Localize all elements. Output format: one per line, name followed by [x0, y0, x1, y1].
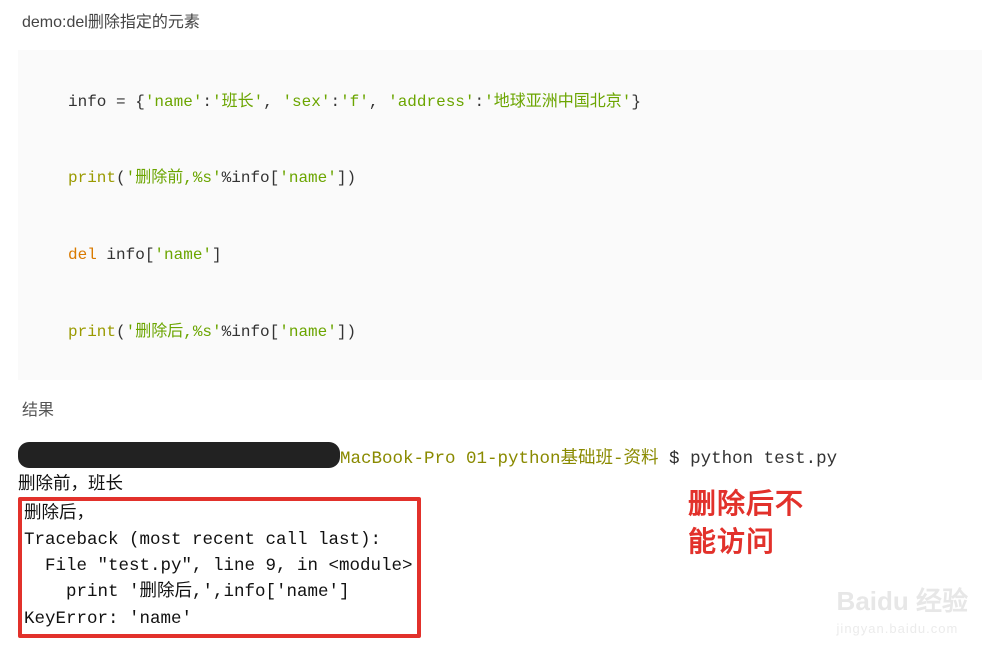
- traceback-line: File "test.py", line 9, in <module>: [24, 553, 413, 579]
- terminal-output: MacBook-Pro 01-python基础班-资料 $ python tes…: [18, 441, 982, 646]
- code-line: del info['name']: [68, 246, 222, 264]
- traceback-line: Traceback (most recent call last):: [24, 527, 413, 553]
- prompt-dollar: $: [659, 449, 691, 469]
- code-line: print('删除后,%s'%info['name']): [68, 323, 356, 341]
- redacted-bar: [18, 446, 340, 468]
- command-text: python test.py: [690, 449, 837, 469]
- prompt-host: MacBook-Pro 01-python基础班-资料: [340, 449, 659, 469]
- section-title: demo:del删除指定的元素: [22, 10, 982, 36]
- error-highlight-box: 删除后，Traceback (most recent call last): F…: [18, 497, 421, 638]
- stdout-line: 删除后，: [24, 501, 413, 527]
- result-label: 结果: [22, 398, 982, 424]
- code-line: info = {'name':'班长', 'sex':'f', 'address…: [68, 93, 641, 111]
- traceback-line: KeyError: 'name': [24, 606, 413, 632]
- code-block: info = {'name':'班长', 'sex':'f', 'address…: [18, 50, 982, 380]
- annotation-label: 删除后不 能访问: [688, 485, 804, 561]
- traceback-line: print '删除后,',info['name']: [24, 579, 413, 605]
- code-line: print('删除前,%s'%info['name']): [68, 169, 356, 187]
- stdout-line: 删除前，班长: [18, 472, 982, 498]
